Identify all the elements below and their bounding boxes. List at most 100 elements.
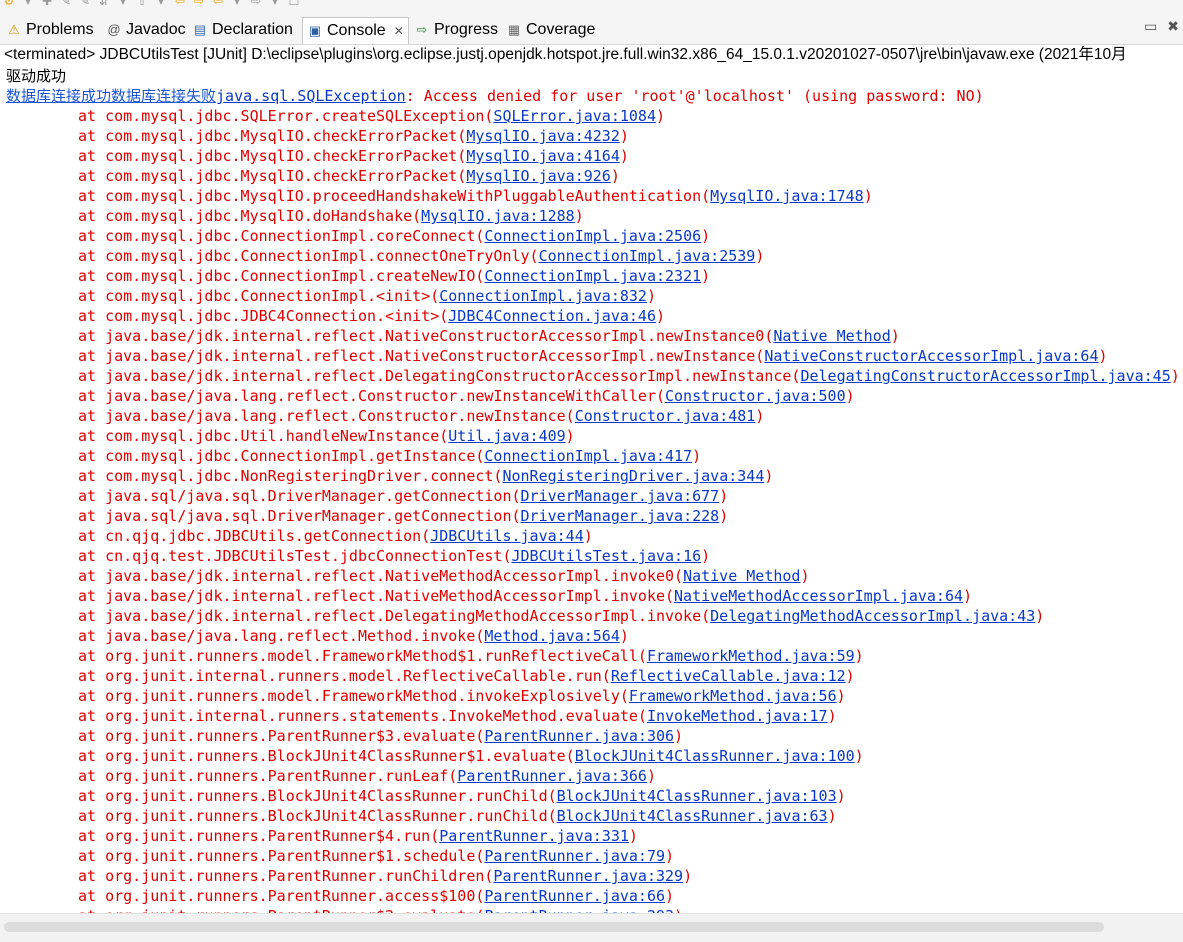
- tool-icon[interactable]: ✎: [59, 0, 73, 7]
- frame-source-link[interactable]: ConnectionImpl.java:832: [439, 287, 647, 305]
- frame-source-link[interactable]: FrameworkMethod.java:56: [629, 687, 837, 705]
- frame-source-link[interactable]: NativeConstructorAccessorImpl.java:64: [764, 347, 1098, 365]
- frame-source-link[interactable]: ParentRunner.java:331: [439, 827, 629, 845]
- close-view-icon[interactable]: ✖: [1167, 18, 1179, 35]
- tab-progress[interactable]: ⇨ Progress: [414, 18, 498, 42]
- frame-method: at com.mysql.jdbc.MysqlIO.proceedHandsha…: [78, 187, 711, 205]
- frame-source-link[interactable]: ConnectionImpl.java:417: [484, 447, 692, 465]
- dropdown-icon[interactable]: ▾: [21, 0, 35, 7]
- frame-method: at org.junit.runners.model.FrameworkMeth…: [78, 647, 647, 665]
- frame-method: at com.mysql.jdbc.ConnectionImpl.createN…: [78, 267, 485, 285]
- stack-frame: at cn.qjq.jdbc.JDBCUtils.getConnection(J…: [0, 526, 1183, 546]
- console-icon: ▣: [308, 23, 322, 38]
- tab-javadoc[interactable]: @ Javadoc: [106, 18, 186, 42]
- frame-source-link[interactable]: ParentRunner.java:79: [484, 847, 665, 865]
- tool-icon-5[interactable]: ⇧: [135, 0, 149, 7]
- horizontal-scrollbar[interactable]: [0, 913, 1183, 942]
- frame-source-link[interactable]: InvokeMethod.java:17: [647, 707, 828, 725]
- frame-method: at org.junit.runners.BlockJUnit4ClassRun…: [78, 747, 575, 765]
- frame-source-link[interactable]: BlockJUnit4ClassRunner.java:100: [575, 747, 855, 765]
- frame-close-paren: ): [1170, 367, 1180, 385]
- frame-source-link[interactable]: DriverManager.java:677: [521, 487, 720, 505]
- frame-source-link[interactable]: ReflectiveCallable.java:12: [611, 667, 846, 685]
- stack-frame: at java.base/jdk.internal.reflect.Native…: [0, 346, 1183, 366]
- close-icon[interactable]: ✕: [394, 24, 404, 38]
- frame-method: at org.junit.internal.runners.model.Refl…: [78, 667, 611, 685]
- tab-coverage[interactable]: ▦ Coverage: [506, 18, 596, 42]
- tab-declaration[interactable]: ▤ Declaration: [192, 18, 293, 42]
- frame-source-link[interactable]: MysqlIO.java:1748: [710, 187, 864, 205]
- frame-method: at org.junit.runners.BlockJUnit4ClassRun…: [78, 807, 557, 825]
- exception-link[interactable]: java.sql.SQLException: [216, 87, 406, 105]
- frame-source-link[interactable]: Native Method: [773, 327, 890, 345]
- frame-source-link[interactable]: BlockJUnit4ClassRunner.java:63: [557, 807, 828, 825]
- frame-source-link[interactable]: Constructor.java:500: [665, 387, 846, 405]
- tool-icon-2[interactable]: ✎: [78, 0, 92, 7]
- frame-source-link[interactable]: JDBCUtils.java:44: [430, 527, 584, 545]
- frame-source-link[interactable]: JDBCUtilsTest.java:16: [511, 547, 701, 565]
- frame-method: at org.junit.runners.ParentRunner$3.eval…: [78, 727, 485, 745]
- frame-source-link[interactable]: Method.java:564: [484, 627, 619, 645]
- frame-source-link[interactable]: FrameworkMethod.java:59: [647, 647, 855, 665]
- frame-source-link[interactable]: DelegatingMethodAccessorImpl.java:43: [710, 607, 1035, 625]
- tab-problems[interactable]: ⚠ Problems: [6, 18, 94, 42]
- frame-source-link[interactable]: MysqlIO.java:4164: [466, 147, 620, 165]
- frame-source-link[interactable]: MysqlIO.java:4232: [466, 127, 620, 145]
- pin-icon[interactable]: ✚: [40, 0, 54, 7]
- back-history-icon[interactable]: ⇦: [211, 0, 225, 7]
- stack-frame: at com.mysql.jdbc.Util.handleNewInstance…: [0, 426, 1183, 446]
- frame-source-link[interactable]: Util.java:409: [448, 427, 565, 445]
- back-arrow-icon[interactable]: ⇦: [173, 0, 187, 7]
- tab-console[interactable]: ▣ Console ✕: [302, 17, 409, 44]
- minimize-icon[interactable]: ▭: [1144, 18, 1157, 35]
- frame-source-link[interactable]: NativeMethodAccessorImpl.java:64: [674, 587, 963, 605]
- tool-icon-4[interactable]: ▾: [116, 0, 130, 7]
- frame-source-link[interactable]: ConnectionImpl.java:2321: [484, 267, 701, 285]
- tool-icon-6[interactable]: ▾: [154, 0, 168, 7]
- run-icon[interactable]: ⚙: [2, 0, 16, 7]
- console-text-link[interactable]: 数据库连接成功数据库连接失败: [6, 87, 216, 105]
- dropdown-icon-2[interactable]: ▾: [230, 0, 244, 7]
- frame-source-link[interactable]: MysqlIO.java:926: [466, 167, 611, 185]
- forward-arrow-icon[interactable]: ⇨: [192, 0, 206, 7]
- declaration-icon: ▤: [193, 22, 207, 37]
- frame-source-link[interactable]: Constructor.java:481: [575, 407, 756, 425]
- frame-source-link[interactable]: ConnectionImpl.java:2539: [539, 247, 756, 265]
- frame-source-link[interactable]: Native Method: [683, 567, 800, 585]
- tab-label: Javadoc: [126, 21, 186, 38]
- open-icon[interactable]: ☐: [287, 0, 301, 7]
- frame-method: at com.mysql.jdbc.JDBC4Connection.<init>…: [78, 307, 449, 325]
- frame-source-link[interactable]: MysqlIO.java:1288: [421, 207, 575, 225]
- tab-label: Coverage: [526, 21, 596, 38]
- frame-source-link[interactable]: ParentRunner.java:306: [484, 727, 674, 745]
- frame-source-link[interactable]: NonRegisteringDriver.java:344: [502, 467, 764, 485]
- frame-source-link[interactable]: ParentRunner.java:66: [484, 887, 665, 905]
- stack-frame: at org.junit.runners.ParentRunner.runChi…: [0, 866, 1183, 886]
- frame-close-paren: ): [890, 327, 900, 345]
- console-output[interactable]: 驱动成功 数据库连接成功数据库连接失败java.sql.SQLException…: [0, 66, 1183, 913]
- frame-method: at com.mysql.jdbc.MysqlIO.checkErrorPack…: [78, 127, 467, 145]
- frame-source-link[interactable]: JDBC4Connection.java:46: [448, 307, 656, 325]
- frame-method: at com.mysql.jdbc.MysqlIO.checkErrorPack…: [78, 147, 467, 165]
- frame-source-link[interactable]: ParentRunner.java:366: [457, 767, 647, 785]
- frame-close-paren: ): [1035, 607, 1045, 625]
- frame-method: at com.mysql.jdbc.Util.handleNewInstance…: [78, 427, 449, 445]
- frame-method: at org.junit.runners.ParentRunner$1.sche…: [78, 847, 485, 865]
- frame-close-paren: ): [610, 167, 620, 185]
- forward-history-icon[interactable]: ⇨: [249, 0, 263, 7]
- frame-source-link[interactable]: ConnectionImpl.java:2506: [484, 227, 701, 245]
- frame-source-link[interactable]: ParentRunner.java:329: [493, 867, 683, 885]
- stack-frame: at org.junit.runners.BlockJUnit4ClassRun…: [0, 786, 1183, 806]
- view-controls: ▭ ✖: [1144, 18, 1179, 35]
- frame-source-link[interactable]: DriverManager.java:228: [521, 507, 720, 525]
- tab-label: Problems: [26, 21, 94, 38]
- frame-source-link[interactable]: DelegatingConstructorAccessorImpl.java:4…: [800, 367, 1170, 385]
- frame-source-link[interactable]: BlockJUnit4ClassRunner.java:103: [557, 787, 837, 805]
- tool-icon-3[interactable]: ⇵: [97, 0, 111, 7]
- frame-source-link[interactable]: SQLError.java:1084: [493, 107, 656, 125]
- frame-method: at java.base/jdk.internal.reflect.Native…: [78, 567, 684, 585]
- scrollbar-thumb[interactable]: [4, 922, 1104, 932]
- frame-method: at java.base/jdk.internal.reflect.Native…: [78, 587, 675, 605]
- stack-frame: at java.base/jdk.internal.reflect.Native…: [0, 566, 1183, 586]
- dropdown-icon-3[interactable]: ▾: [268, 0, 282, 7]
